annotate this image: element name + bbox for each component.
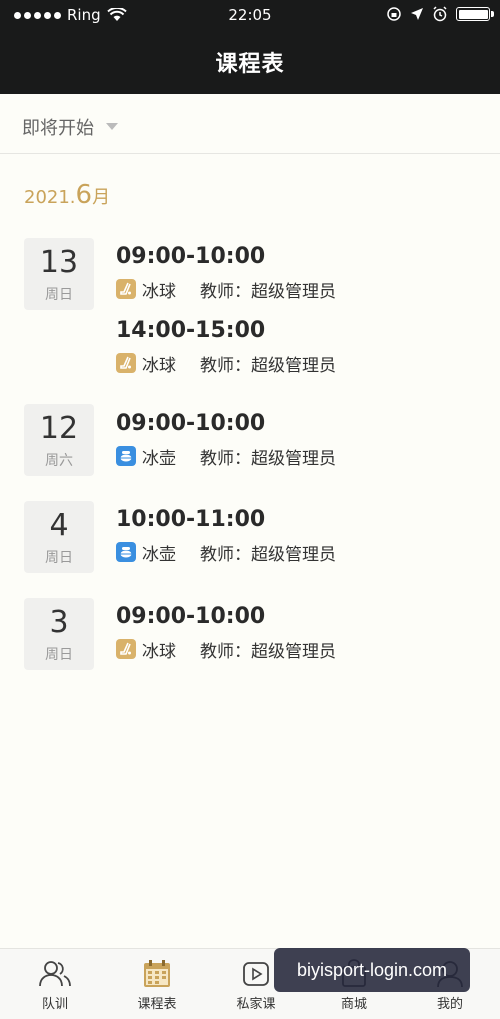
course-time: 10:00-11:00 xyxy=(116,507,266,532)
team-icon xyxy=(39,961,71,987)
course-teacher: 教师：超级管理员 xyxy=(200,641,336,662)
course-teacher: 教师：超级管理员 xyxy=(200,281,336,302)
day-weekday: 周日 xyxy=(45,287,73,303)
course-time: 09:00-10:00 xyxy=(116,604,266,629)
course-slot[interactable]: 10:00-11:00 冰壶 教师：超级管理员 xyxy=(116,507,476,565)
course-sport: 冰壶 xyxy=(142,544,176,565)
day-number: 12 xyxy=(39,411,79,446)
course-teacher: 教师：超级管理员 xyxy=(200,448,336,469)
ice-hockey-icon xyxy=(116,353,136,373)
status-icons xyxy=(386,6,494,22)
battery-icon xyxy=(456,7,494,21)
course-teacher: 教师：超级管理员 xyxy=(200,544,336,565)
curling-icon xyxy=(116,542,136,562)
course-slot[interactable]: 09:00-10:00 冰球 教师：超级管理员 xyxy=(116,604,476,662)
course-time: 09:00-10:00 xyxy=(116,411,266,436)
day-weekday: 周日 xyxy=(45,647,73,663)
tab-label: 私家课 xyxy=(236,997,276,1012)
course-slot[interactable]: 14:00-15:00 冰球 教师：超级管理员 xyxy=(116,318,476,376)
course-sport: 冰球 xyxy=(142,355,176,376)
calendar-icon xyxy=(144,960,170,987)
day-number: 4 xyxy=(49,508,69,543)
day-weekday: 周六 xyxy=(45,453,73,469)
day-badge: 12 周六 xyxy=(24,404,94,476)
course-sport: 冰球 xyxy=(142,641,176,662)
watermark: biyisport-login.com xyxy=(274,948,470,992)
month-number: 6 xyxy=(75,180,93,210)
video-play-icon xyxy=(243,962,269,986)
tab-label: 队训 xyxy=(41,997,68,1012)
month-heading: 2021.6月 xyxy=(24,180,110,210)
course-sport: 冰球 xyxy=(142,281,176,302)
day-badge: 4 周日 xyxy=(24,501,94,573)
tab-label: 商城 xyxy=(340,997,367,1012)
month-suffix: 月 xyxy=(92,187,111,208)
course-time: 14:00-15:00 xyxy=(116,318,266,343)
ice-hockey-icon xyxy=(116,279,136,299)
rotation-lock-icon xyxy=(387,7,401,21)
location-arrow-icon xyxy=(411,8,423,20)
course-sport: 冰壶 xyxy=(142,448,176,469)
day-weekday: 周日 xyxy=(45,550,73,566)
filter-dropdown[interactable]: 即将开始 xyxy=(0,94,500,154)
status-bar: Ring 22:05 xyxy=(0,0,500,30)
course-slot[interactable]: 09:00-10:00 冰壶 教师：超级管理员 xyxy=(116,411,476,469)
day-badge: 3 周日 xyxy=(24,598,94,670)
tab-team-training[interactable]: 队训 xyxy=(5,949,105,1019)
course-teacher: 教师：超级管理员 xyxy=(200,355,336,376)
course-time: 09:00-10:00 xyxy=(116,244,266,269)
top-bar: Ring 22:05 课程表 xyxy=(0,0,500,94)
tab-label: 课程表 xyxy=(137,997,177,1012)
filter-label: 即将开始 xyxy=(22,118,94,139)
curling-icon xyxy=(116,446,136,466)
tab-label: 我的 xyxy=(436,997,463,1012)
tab-schedule[interactable]: 课程表 xyxy=(107,949,207,1019)
day-number: 13 xyxy=(39,245,79,280)
alarm-icon xyxy=(433,6,447,22)
chevron-down-icon xyxy=(106,123,118,130)
day-number: 3 xyxy=(49,605,69,640)
page-title: 课程表 xyxy=(215,52,285,77)
month-year: 2021. xyxy=(24,187,76,208)
ice-hockey-icon xyxy=(116,639,136,659)
day-badge: 13 周日 xyxy=(24,238,94,310)
course-slot[interactable]: 09:00-10:00 冰球 教师：超级管理员 xyxy=(116,244,476,302)
